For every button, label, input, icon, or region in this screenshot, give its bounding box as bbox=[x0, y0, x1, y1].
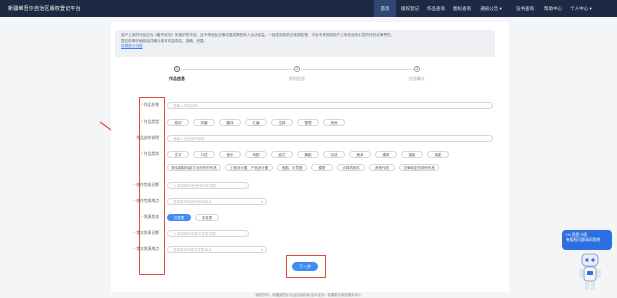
step-2-label: 权利信息 bbox=[289, 76, 305, 81]
publish-option-unpublished[interactable]: 未发表 bbox=[195, 214, 219, 221]
type-chip[interactable]: 其他作品 bbox=[369, 164, 395, 171]
type-chip[interactable]: 地图、示意图 bbox=[277, 164, 307, 171]
type-chip[interactable]: 工程设计图、产品设计图 bbox=[225, 164, 273, 171]
step-1-dot: 1 bbox=[174, 66, 180, 72]
top-navbar: 新疆维吾尔自治区版权登记平台 首页 版权登记 作品查询 图标查询 通知公告 ▾ … bbox=[0, 0, 617, 17]
type-chip[interactable]: 音乐 bbox=[219, 151, 241, 158]
type-chip[interactable]: 法律规定的其他作品 bbox=[399, 164, 439, 171]
field-label: *创作完成日期 bbox=[133, 183, 159, 187]
field-label: *创作完成地点 bbox=[133, 199, 159, 203]
notice-box: 用户上传的作品应为《著作权法》所保护的作品，且不得违反法律法规或侵犯他人合法权益… bbox=[115, 30, 495, 57]
type-chip[interactable]: 建筑 bbox=[375, 151, 397, 158]
next-step-button[interactable]: 下一步 bbox=[292, 262, 318, 271]
nav-notice-label: 通知公告 bbox=[480, 6, 499, 11]
field-label: *作品名称 bbox=[141, 103, 159, 107]
chevron-down-icon: ▾ bbox=[261, 248, 263, 252]
chevron-down-icon: ▾ bbox=[588, 6, 592, 11]
field-label: *首次发表日期 bbox=[133, 231, 159, 235]
chevron-down-icon: ▾ bbox=[498, 6, 502, 11]
step-3-dot: 3 bbox=[414, 66, 420, 72]
publish-place-select[interactable]: 请选择作品首次发表地点 ▾ bbox=[167, 246, 267, 253]
assistant-bubble[interactable]: Hi! 我是小版 有版权问题请问我吧 bbox=[562, 230, 612, 250]
notice-link[interactable]: 查看登记流程 bbox=[121, 44, 489, 50]
type-chip[interactable]: 舞蹈 bbox=[297, 151, 319, 158]
category-chip[interactable]: 原创 bbox=[167, 119, 189, 126]
nav-item-certificate[interactable]: 证书查询 bbox=[514, 0, 536, 17]
field-label: *作品类型 bbox=[141, 120, 159, 124]
type-chip[interactable]: 曲艺 bbox=[271, 151, 293, 158]
registration-card: 用户上传的作品应为《著作权法》所保护的作品，且不得违反法律法规或侵犯他人合法权益… bbox=[111, 22, 509, 292]
description-input[interactable]: 请输入作品创作说明 bbox=[167, 135, 493, 142]
step-connector bbox=[301, 69, 414, 70]
category-chip[interactable]: 其他 bbox=[323, 119, 345, 126]
nav-item-icons[interactable]: 图标查询 bbox=[450, 0, 474, 17]
nav-item-works[interactable]: 作品查询 bbox=[424, 0, 448, 17]
type-chip[interactable]: 计算机软件 bbox=[337, 164, 365, 171]
field-label: *发表状态 bbox=[141, 215, 159, 219]
progress-stepper: 1 2 3 作品信息 权利信息 信息确认 bbox=[111, 66, 509, 86]
type-chip[interactable]: 文字 bbox=[167, 151, 189, 158]
publish-option-published[interactable]: 已发表 bbox=[167, 214, 191, 221]
category-chip[interactable]: 汇编 bbox=[245, 119, 267, 126]
publish-date-input[interactable]: ◷ 请选择作品首次发表日期 bbox=[167, 230, 249, 237]
type-chip[interactable]: 戏剧 bbox=[245, 151, 267, 158]
assistant-hint: 有版权问题请问我吧 bbox=[566, 238, 601, 242]
completion-place-select[interactable]: 请选择作品创作完成地点 ▾ bbox=[167, 198, 267, 205]
step-3-label: 信息确认 bbox=[409, 76, 425, 81]
robot-mascot-icon[interactable] bbox=[576, 252, 604, 292]
category-chip[interactable]: 翻译 bbox=[219, 119, 241, 126]
site-brand[interactable]: 新疆维吾尔自治区版权登记平台 bbox=[8, 5, 81, 12]
field-label: 作品创作说明 bbox=[136, 136, 159, 140]
category-chip[interactable]: 整理 bbox=[297, 119, 319, 126]
type-chip[interactable]: 杂技 bbox=[323, 151, 345, 158]
page-footer: 版权所有：新疆维吾尔自治区版权局 技术支持：新疆数字版权服务中心 bbox=[255, 293, 362, 297]
category-chip[interactable]: 改编 bbox=[193, 119, 215, 126]
type-chip[interactable]: 电影 bbox=[427, 151, 449, 158]
nav-profile-label: 个人中心 bbox=[570, 6, 589, 11]
type-chip[interactable]: 口述 bbox=[193, 151, 215, 158]
step-connector bbox=[181, 69, 294, 70]
field-label: *首次发表地点 bbox=[133, 247, 159, 251]
category-chip[interactable]: 注释 bbox=[271, 119, 293, 126]
type-chip[interactable]: 摄影 bbox=[401, 151, 423, 158]
type-chip[interactable]: 模型 bbox=[311, 164, 333, 171]
assistant-widget[interactable]: Hi! 我是小版 有版权问题请问我吧 bbox=[562, 226, 615, 294]
type-chip[interactable]: 类似摄制电影方法创作的作品 bbox=[167, 164, 221, 171]
nav-item-help[interactable]: 帮助中心 bbox=[541, 0, 565, 17]
completion-date-input[interactable]: ◷ 请选择作品创作完成日期 bbox=[167, 182, 249, 189]
field-label: *作品类别 bbox=[141, 152, 159, 156]
chevron-down-icon: ▾ bbox=[261, 200, 263, 204]
title-input[interactable]: 请输入作品名称 bbox=[167, 102, 493, 109]
step-2-dot: 2 bbox=[294, 66, 300, 72]
nav-item-register[interactable]: 版权登记 bbox=[398, 0, 422, 17]
step-1-label: 作品信息 bbox=[169, 76, 185, 81]
nav-item-home[interactable]: 首页 bbox=[374, 0, 396, 17]
type-chip[interactable]: 美术 bbox=[349, 151, 371, 158]
nav-item-notice[interactable]: 通知公告 ▾ bbox=[478, 0, 504, 17]
nav-item-profile[interactable]: 个人中心 ▾ bbox=[568, 0, 594, 17]
